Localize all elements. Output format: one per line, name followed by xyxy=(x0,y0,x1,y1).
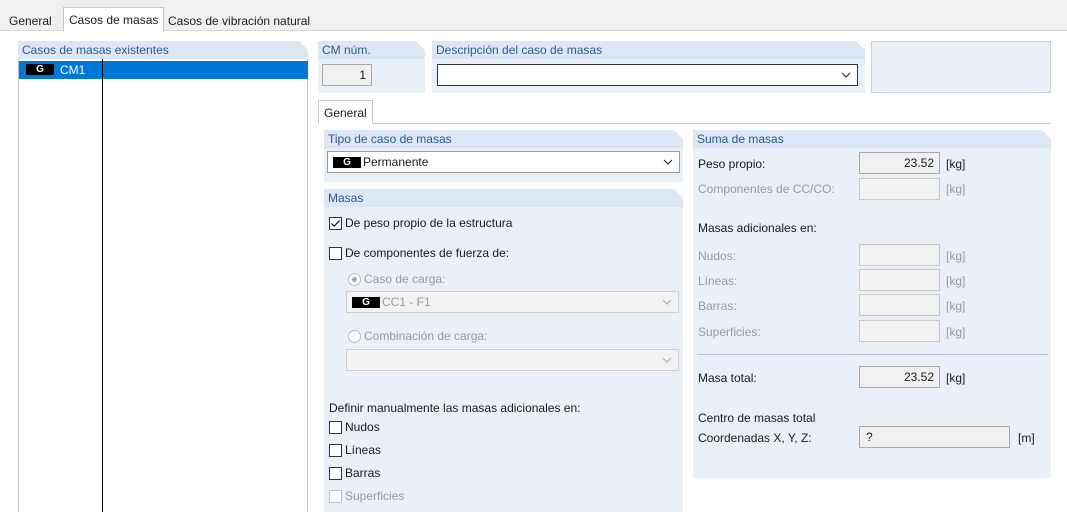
cm-num-header: CM núm. xyxy=(318,41,425,59)
cm-num-field: 1 xyxy=(322,64,372,86)
chevron-down-icon[interactable] xyxy=(661,353,673,367)
members-sum-unit: [kg] xyxy=(946,299,966,313)
self-weight-sum-value: 23.52 xyxy=(859,152,940,174)
permanent-badge: G xyxy=(333,157,361,168)
inner-tab-line xyxy=(318,123,1051,124)
lines-sum-value xyxy=(859,269,940,291)
description-label: Descripción del caso de masas xyxy=(436,43,603,57)
description-combo[interactable] xyxy=(437,64,858,86)
coordinates-value: ? xyxy=(859,426,1010,448)
total-mass-label: Masa total: xyxy=(698,371,757,385)
surfaces-sum-unit: [kg] xyxy=(946,325,966,339)
list-item-cm1[interactable]: G CM1 xyxy=(19,61,308,79)
components-sum-label: Componentes de CC/CO: xyxy=(698,182,835,196)
members-sum-value xyxy=(859,294,940,316)
tab-casos-de-masas[interactable]: Casos de masas xyxy=(63,7,165,32)
load-combination-combo[interactable] xyxy=(346,349,679,371)
manual-masses-label: Definir manualmente las masas adicionale… xyxy=(329,401,581,415)
lines-checkbox[interactable] xyxy=(329,444,342,457)
mass-sum-title: Suma de masas xyxy=(697,132,784,146)
load-combination-radio[interactable] xyxy=(348,330,361,343)
chevron-down-icon[interactable] xyxy=(662,155,674,169)
self-weight-sum-unit: [kg] xyxy=(946,157,966,171)
mass-type-value: Permanente xyxy=(363,155,429,169)
lines-label: Líneas xyxy=(345,443,382,457)
lines-sum-label: Líneas: xyxy=(698,274,738,288)
load-case-combo[interactable]: G CC1 - F1 xyxy=(346,291,679,313)
masses-header: Masas xyxy=(324,189,683,207)
load-case-label: Caso de carga: xyxy=(364,272,446,286)
center-of-mass-label: Centro de masas total xyxy=(698,411,816,425)
mass-type-combo[interactable]: G Permanente xyxy=(327,151,680,173)
list-column-divider xyxy=(102,59,103,512)
mass-type-title: Tipo de caso de masas xyxy=(328,132,452,146)
members-checkbox[interactable] xyxy=(329,467,342,480)
tab-general[interactable]: General xyxy=(4,11,57,31)
load-case-radio[interactable] xyxy=(348,273,361,286)
description-header: Descripción del caso de masas xyxy=(432,41,865,59)
members-sum-label: Barras: xyxy=(698,299,737,313)
surfaces-sum-label: Superficies: xyxy=(698,325,761,339)
nodes-sum-label: Nudos: xyxy=(698,249,737,263)
load-combination-label: Combinación de carga: xyxy=(364,329,488,343)
total-mass-unit: [kg] xyxy=(946,371,966,385)
coordinates-label: Coordenadas X, Y, Z: xyxy=(698,431,812,445)
masses-title: Masas xyxy=(328,191,364,205)
mass-sum-header: Suma de masas xyxy=(693,130,1051,148)
surfaces-label: Superficies xyxy=(345,489,405,503)
self-weight-label: De peso propio de la estructura xyxy=(345,216,513,230)
components-sum-value xyxy=(859,178,940,200)
coordinates-unit: [m] xyxy=(1018,431,1035,445)
mass-type-header: Tipo de caso de masas xyxy=(324,130,683,148)
inner-tab-general[interactable]: General xyxy=(318,100,373,124)
self-weight-checkbox[interactable] xyxy=(329,217,342,230)
list-item-label: CM1 xyxy=(60,63,86,77)
nodes-checkbox[interactable] xyxy=(329,421,342,434)
list-column-divider-selected xyxy=(102,61,103,79)
surfaces-checkbox[interactable] xyxy=(329,490,342,503)
self-weight-sum-label: Peso propio: xyxy=(698,157,766,171)
load-case-value: CC1 - F1 xyxy=(382,295,431,309)
members-label: Barras xyxy=(345,466,381,480)
nodes-label: Nudos xyxy=(345,420,380,434)
nodes-sum-value xyxy=(859,244,940,266)
mass-cases-list-title: Casos de masas existentes xyxy=(22,43,169,57)
total-mass-value: 23.52 xyxy=(859,366,940,388)
lines-sum-unit: [kg] xyxy=(946,274,966,288)
surfaces-sum-value xyxy=(859,320,940,342)
permanent-badge: G xyxy=(26,64,54,75)
chevron-down-icon[interactable] xyxy=(661,295,673,309)
color-preview-box xyxy=(871,41,1051,93)
force-components-label: De componentes de fuerza de: xyxy=(345,246,510,260)
components-sum-unit: [kg] xyxy=(946,182,966,196)
additional-masses-label: Masas adicionales en: xyxy=(698,221,817,235)
nodes-sum-unit: [kg] xyxy=(946,249,966,263)
total-separator xyxy=(697,354,1048,355)
mass-cases-list-header: Casos de masas existentes xyxy=(18,41,308,59)
force-components-checkbox[interactable] xyxy=(329,247,342,260)
checkmark-icon xyxy=(331,220,340,228)
permanent-badge: G xyxy=(352,297,380,308)
cm-num-label: CM núm. xyxy=(322,43,371,57)
tab-casos-de-vibracion-natural[interactable]: Casos de vibración natural xyxy=(163,11,315,31)
mass-cases-list[interactable] xyxy=(18,59,308,512)
chevron-down-icon[interactable] xyxy=(840,68,852,82)
